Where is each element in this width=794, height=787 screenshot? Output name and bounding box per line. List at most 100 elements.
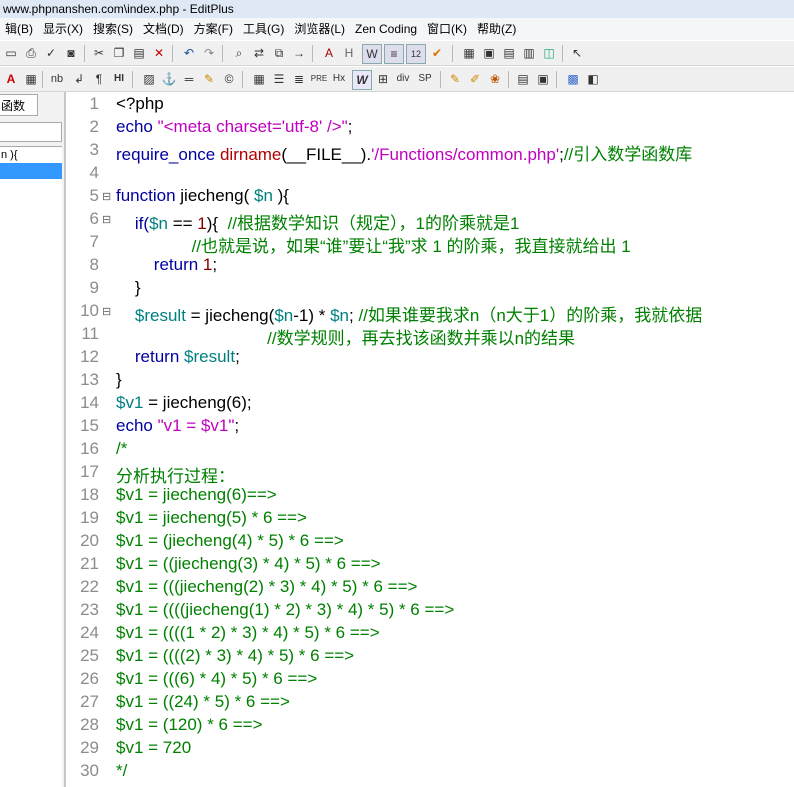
pre-icon[interactable]: PRE [310,70,328,88]
edit-tag-icon[interactable]: ✎ [446,70,464,88]
span-icon[interactable]: SP [416,70,434,88]
copyright-icon[interactable]: © [220,70,238,88]
code-editor[interactable]: 1 <?php 2 echo "<meta charset='utf-8' />"; 3… [68,92,794,787]
style-icon[interactable]: ❀ [486,70,504,88]
code-line[interactable]: //也就是说，如果“谁”要让“我”求 1 的阶乘，我直接就给出 1 [116,232,631,257]
menu-item[interactable]: Zen Coding [350,18,422,40]
code-line[interactable]: $result = jiecheng($n-1) * $n; //如果谁要我求n… [116,301,702,326]
new-file-icon[interactable]: ▭ [2,44,20,62]
code-line[interactable]: } [116,370,122,390]
frame-icon[interactable]: ▤ [514,70,532,88]
hr-icon[interactable]: ═ [180,70,198,88]
hx-icon[interactable]: Hx [330,70,348,88]
form-icon[interactable]: ✐ [466,70,484,88]
code-line[interactable]: $v1 = (120) * 6 ==> [116,715,263,735]
hx-icon[interactable]: H [340,44,358,62]
replace-icon[interactable]: ⇄ [250,44,268,62]
paste-icon[interactable]: ▤ [130,44,148,62]
cliptext-icon[interactable]: ▣ [480,44,498,62]
menu-item[interactable]: 方案(F) [189,18,238,40]
undo-icon[interactable]: ↶ [180,44,198,62]
cut-icon[interactable]: ✂ [90,44,108,62]
code-line[interactable]: require_once dirname(__FILE__).'/Functio… [116,140,692,165]
code-line[interactable]: */ [116,761,127,781]
directory-icon[interactable]: ▤ [500,44,518,62]
fold-toggle-icon[interactable]: ⊟ [102,305,111,318]
code-line[interactable]: $v1 = ((24) * 5) * 6 ==> [116,692,290,712]
code-line[interactable]: $v1 = ((((2) * 3) * 4) * 5) * 6 ==> [116,646,354,666]
line-number-icon[interactable]: 12 [406,44,426,64]
function-tab[interactable]: 函数 [0,94,38,116]
code-line[interactable]: $v1 = jiecheng(6)==> [116,485,277,505]
window-list-icon[interactable]: ▦ [460,44,478,62]
font-color-icon[interactable]: A [2,70,20,88]
code-line[interactable]: if($n == 1){ //根据数学知识（规定），1的阶乘就是1 [116,209,520,234]
spellcheck-icon[interactable]: ✓ [42,44,60,62]
nbsp-icon[interactable]: nb [48,70,66,88]
div-icon[interactable]: div [394,70,412,88]
menu-item[interactable]: 窗口(K) [422,18,472,40]
code-line[interactable]: $v1 = (((6) * 4) * 5) * 6 ==> [116,669,317,689]
comment-icon[interactable]: ✎ [200,70,218,88]
browser-icon[interactable]: ◫ [540,44,558,62]
code-line[interactable]: //数学规则，再去找该函数并乘以n的结果 [116,324,575,349]
function-filter-input[interactable] [0,122,62,142]
table-icon[interactable]: ▦ [250,70,268,88]
menu-item[interactable]: 辑(B) [0,18,38,40]
w-toggle-icon[interactable]: W [352,70,372,90]
code-line[interactable]: $v1 = ((jiecheng(3) * 4) * 5) * 6 ==> [116,554,381,574]
heading-icon[interactable]: HI [110,70,128,88]
function-list-item-selected[interactable] [0,163,62,179]
goto-line-icon[interactable]: → [290,44,308,62]
code-line[interactable]: $v1 = jiecheng(6); [116,393,252,413]
web-preview-icon[interactable]: ◙ [62,44,80,62]
redo-icon[interactable]: ↷ [200,44,218,62]
code-line[interactable]: $v1 = ((((jiecheng(1) * 2) * 3) * 4) * 5… [116,600,454,620]
code-line[interactable]: /* [116,439,127,459]
print-icon[interactable]: ⎙ [22,44,40,62]
find-in-files-icon[interactable]: ⧉ [270,44,288,62]
code-line[interactable]: $v1 = (((jiecheng(2) * 3) * 4) * 5) * 6 … [116,577,417,597]
code-line[interactable]: $v1 = 720 [116,738,191,758]
code-line[interactable]: $v1 = ((((1 * 2) * 3) * 4) * 5) * 6 ==> [116,623,380,643]
menu-item[interactable]: 显示(X) [38,18,88,40]
menu-item[interactable]: 搜索(S) [88,18,138,40]
menu-item[interactable]: 浏览器(L) [289,18,350,40]
find-icon[interactable]: ⌕ [230,44,248,62]
layout-icon[interactable]: ▣ [534,70,552,88]
align-icon[interactable]: ≣ [290,70,308,88]
copy-icon[interactable]: ❐ [110,44,128,62]
window-icon[interactable]: ◧ [584,70,602,88]
list-icon[interactable]: ☰ [270,70,288,88]
help-pointer-icon[interactable]: ↖ [568,44,586,62]
code-line[interactable]: $v1 = (jiecheng(4) * 5) * 6 ==> [116,531,344,551]
code-line[interactable]: echo "<meta charset='utf-8' />"; [116,117,352,137]
preview-icon[interactable]: ▩ [564,70,582,88]
line-break-icon[interactable]: ↲ [70,70,88,88]
output-window-icon[interactable]: ▥ [520,44,538,62]
menu-item[interactable]: 工具(G) [238,18,289,40]
code-line[interactable]: function jiecheng( $n ){ [116,186,289,206]
code-line[interactable]: $v1 = jiecheng(5) * 6 ==> [116,508,307,528]
code-line[interactable]: } [116,278,141,298]
image-icon[interactable]: ▨ [140,70,158,88]
function-list-item[interactable]: n ){ [0,147,62,163]
text-format-icon[interactable]: ⊞ [374,70,392,88]
anchor-icon[interactable]: ⚓ [160,70,178,88]
code-line[interactable]: echo "v1 = $v1"; [116,416,239,436]
font-icon[interactable]: A [320,44,338,62]
code-line[interactable]: return 1; [116,255,217,275]
paragraph-icon[interactable]: ¶ [90,70,108,88]
fold-toggle-icon[interactable]: ⊟ [102,190,111,203]
menu-item[interactable]: 帮助(Z) [472,18,521,40]
delete-icon[interactable]: ✕ [150,44,168,62]
word-wrap-icon[interactable]: W [362,44,382,64]
fold-toggle-icon[interactable]: ⊟ [102,213,111,226]
code-line[interactable]: return $result; [116,347,240,367]
menu-item[interactable]: 文档(D) [138,18,189,40]
color-palette-icon[interactable]: ▦ [22,70,40,88]
code-line[interactable]: 分析执行过程： [116,462,235,487]
code-line[interactable]: <?php [116,94,164,114]
column-select-icon[interactable]: ≡ [384,44,404,64]
check-icon[interactable]: ✔ [428,44,446,62]
